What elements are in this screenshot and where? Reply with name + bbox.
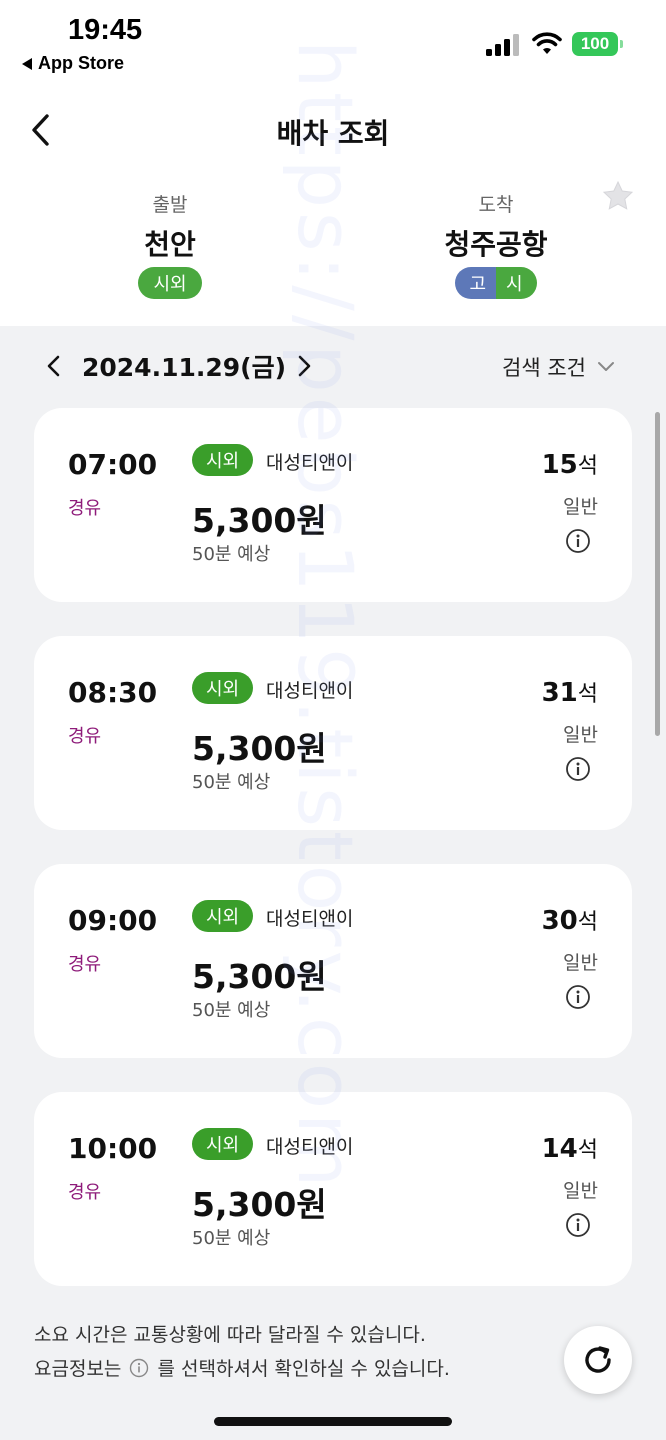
arrival-badge-intercity: 시 xyxy=(496,267,537,299)
schedule-card[interactable]: 10:00 경유 시외 대성티앤이 5,300원 50분 예상 14석 일반 xyxy=(34,1092,632,1286)
duration: 50분 예상 xyxy=(192,544,271,565)
bus-grade: 일반 xyxy=(563,496,598,518)
info-icon[interactable] xyxy=(565,756,591,782)
seat-unit: 석 xyxy=(577,454,598,479)
arrival-badge-express: 고 xyxy=(455,267,496,299)
departure-time: 09:00 xyxy=(68,904,158,937)
back-triangle-icon xyxy=(22,57,32,70)
refresh-button[interactable] xyxy=(564,1326,632,1394)
seat-count: 31 xyxy=(541,678,578,708)
back-to-app-link[interactable]: App Store xyxy=(22,53,124,74)
bus-type-badge: 시외 xyxy=(192,672,254,704)
notice-line-2: 요금정보는 를 선택하셔서 확인하실 수 있습니다. xyxy=(34,1352,450,1386)
remaining-seats: 15석 xyxy=(542,448,598,480)
home-indicator xyxy=(214,1417,452,1426)
info-icon[interactable] xyxy=(565,1212,591,1238)
back-app-label: App Store xyxy=(38,53,125,73)
search-condition-button[interactable]: 검색 조건 xyxy=(502,352,616,382)
fare: 5,300원 xyxy=(192,1185,327,1224)
bus-grade: 일반 xyxy=(563,724,598,746)
inline-info-icon xyxy=(130,1358,149,1378)
scrollbar[interactable] xyxy=(655,412,660,736)
bus-type-badge: 시외 xyxy=(192,900,254,932)
via-label: 경유 xyxy=(68,954,102,975)
departure-badge-label: 시외 xyxy=(153,274,187,295)
date-navigation: 2024.11.29(금) 검색 조건 xyxy=(0,326,666,408)
via-label: 경유 xyxy=(68,1182,102,1203)
departure-time: 10:00 xyxy=(68,1132,158,1165)
battery-icon: 100 xyxy=(572,32,623,56)
battery-level: 100 xyxy=(580,34,610,53)
status-time: 19:45 xyxy=(68,14,143,46)
seat-unit: 석 xyxy=(577,1138,598,1163)
route-header: 배차 조회 출발 천안 시외 도착 청주공항 고 시 xyxy=(0,90,666,326)
seat-unit: 석 xyxy=(577,682,598,707)
departure-name: 천안 xyxy=(144,228,196,261)
notice-line-2-start: 요금정보는 xyxy=(34,1358,122,1380)
notice-line-2-end: 를 선택하셔서 확인하실 수 있습니다. xyxy=(157,1358,450,1380)
seat-count: 15 xyxy=(541,450,578,480)
schedule-card[interactable]: 09:00 경유 시외 대성티앤이 5,300원 50분 예상 30석 일반 xyxy=(34,864,632,1058)
departure-time: 07:00 xyxy=(68,448,158,481)
bus-grade: 일반 xyxy=(563,1180,598,1202)
duration: 50분 예상 xyxy=(192,1000,271,1021)
refresh-icon xyxy=(585,1346,611,1373)
notice-line-1: 소요 시간은 교통상황에 따라 달라질 수 있습니다. xyxy=(34,1324,426,1346)
chevron-down-icon xyxy=(597,362,614,371)
notice-text: 소요 시간은 교통상황에 따라 달라질 수 있습니다. 요금정보는 를 선택하셔… xyxy=(34,1318,450,1386)
cellular-signal-icon xyxy=(486,34,519,56)
schedule-card[interactable]: 08:30 경유 시외 대성티앤이 5,300원 50분 예상 31석 일반 xyxy=(34,636,632,830)
arrival-block: 도착 청주공항 고 시 xyxy=(396,190,596,299)
search-condition-label: 검색 조건 xyxy=(502,356,586,380)
via-label: 경유 xyxy=(68,498,102,519)
arrival-name: 청주공항 xyxy=(444,228,548,261)
remaining-seats: 31석 xyxy=(542,676,598,708)
info-icon[interactable] xyxy=(565,984,591,1010)
favorite-star-icon[interactable] xyxy=(602,180,634,212)
duration: 50분 예상 xyxy=(192,772,271,793)
bus-company: 대성티앤이 xyxy=(266,452,354,474)
next-date-chevron-icon[interactable] xyxy=(294,352,314,380)
status-bar: 19:45 App Store 100 xyxy=(0,0,666,90)
page-title: 배차 조회 xyxy=(276,117,390,150)
bus-company: 대성티앤이 xyxy=(266,680,354,702)
seat-count: 30 xyxy=(541,906,578,936)
departure-label: 출발 xyxy=(152,194,188,216)
fare: 5,300원 xyxy=(192,957,327,996)
bus-grade: 일반 xyxy=(563,952,598,974)
arrival-label: 도착 xyxy=(478,194,514,216)
previous-date-chevron-icon[interactable] xyxy=(44,352,64,380)
fare: 5,300원 xyxy=(192,501,327,540)
bus-company: 대성티앤이 xyxy=(266,1136,354,1158)
departure-time: 08:30 xyxy=(68,676,158,709)
via-label: 경유 xyxy=(68,726,102,747)
fare: 5,300원 xyxy=(192,729,327,768)
remaining-seats: 30석 xyxy=(542,904,598,936)
bus-company: 대성티앤이 xyxy=(266,908,354,930)
departure-badge: 시외 xyxy=(138,267,202,299)
schedule-card[interactable]: 07:00 경유 시외 대성티앤이 5,300원 50분 예상 15석 일반 xyxy=(34,408,632,602)
duration: 50분 예상 xyxy=(192,1228,271,1249)
wifi-icon xyxy=(532,32,562,54)
seat-count: 14 xyxy=(541,1134,578,1164)
selected-date[interactable]: 2024.11.29(금) xyxy=(82,348,286,384)
seat-unit: 석 xyxy=(577,910,598,935)
bus-type-badge: 시외 xyxy=(192,444,254,476)
bus-type-badge: 시외 xyxy=(192,1128,254,1160)
info-icon[interactable] xyxy=(565,528,591,554)
arrival-badge: 고 시 xyxy=(455,267,537,299)
departure-block: 출발 천안 시외 xyxy=(70,190,270,299)
remaining-seats: 14석 xyxy=(542,1132,598,1164)
